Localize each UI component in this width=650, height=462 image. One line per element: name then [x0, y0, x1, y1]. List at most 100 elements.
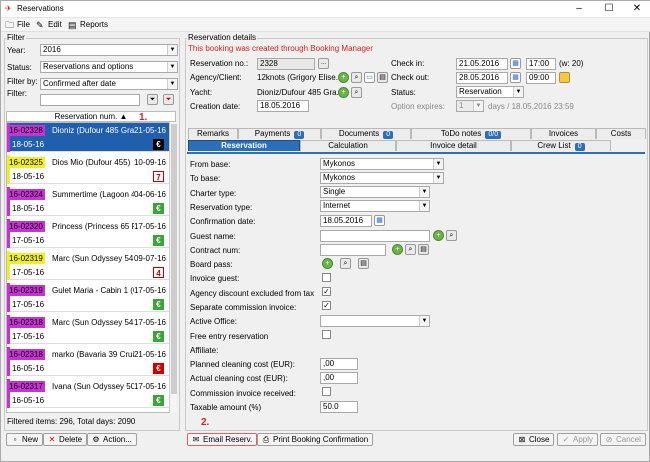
- checkout-time-field[interactable]: 09:00: [526, 72, 556, 84]
- new-button[interactable]: ▫ New: [6, 433, 44, 446]
- gear-icon: ⚙: [92, 435, 100, 444]
- tab-label: Invoices: [548, 129, 579, 138]
- board-pass-label: Board pass:: [190, 260, 233, 269]
- contract-label: Contract num:: [190, 246, 241, 255]
- active-office-select[interactable]: ▼: [320, 315, 430, 327]
- maximize-button[interactable]: ☐: [599, 3, 619, 15]
- from-base-select[interactable]: Mykonos ▼: [320, 158, 444, 170]
- sep-commission-checkbox[interactable]: ✓: [322, 301, 331, 310]
- list-item[interactable]: 16-02325 Dios Mio (Dufour 455) 10-09-16 18-…: [7, 155, 169, 184]
- checkin-date-field[interactable]: 21.05.2016: [456, 58, 508, 70]
- close-button[interactable]: ⊠ Close: [513, 433, 555, 446]
- document-icon[interactable]: ▤: [358, 258, 369, 269]
- menu-edit[interactable]: ✎ Edit: [35, 19, 62, 31]
- list-item[interactable]: 16-02320Princess (Princess 65 Fly)17-05-…: [7, 219, 169, 248]
- tab-documents[interactable]: Documents 0: [321, 128, 411, 139]
- chevron-down-icon: ▼: [513, 87, 523, 97]
- tab-reservation[interactable]: Reservation: [188, 140, 300, 151]
- status-select[interactable]: Reservation ▼: [456, 86, 524, 98]
- add-icon[interactable]: +: [322, 258, 333, 269]
- invoice-guest-checkbox[interactable]: [322, 273, 331, 282]
- list-item[interactable]: 16-02319 Marc (Sun Odyssey 54DS)09-07-16 1…: [7, 251, 169, 280]
- planned-clean-field[interactable]: ,00: [320, 358, 358, 370]
- tab-payments[interactable]: Payments 0: [238, 128, 321, 139]
- list-header-label: Reservation num.: [54, 112, 118, 121]
- search-icon[interactable]: ⌕: [340, 258, 351, 269]
- agency-discount-checkbox[interactable]: ✓: [322, 287, 331, 296]
- tab-invoice-detail[interactable]: Invoice detail: [396, 140, 511, 151]
- list-item[interactable]: 16-02319Gulet Maria - Cabin 1 (Gule17-05…: [7, 283, 169, 312]
- payment-status-icon: €: [153, 395, 164, 406]
- list-item[interactable]: 16-02324 Summertime (Lagoon 440)04-06-16 1…: [7, 187, 169, 216]
- search-icon[interactable]: ⌕: [405, 244, 416, 255]
- add-icon[interactable]: +: [338, 72, 349, 83]
- calendar-icon[interactable]: ▦: [510, 72, 521, 83]
- print-confirmation-button[interactable]: ⎙ Print Booking Confirmation: [257, 433, 374, 446]
- taxable-field[interactable]: 50.0: [320, 401, 358, 413]
- card-icon[interactable]: ▭: [364, 72, 375, 83]
- expires-label: Option expires:: [391, 102, 445, 111]
- cancel-button[interactable]: ⊘ Cancel: [600, 433, 646, 446]
- search-icon[interactable]: ⌕: [446, 230, 457, 241]
- filter-input[interactable]: [40, 94, 140, 106]
- to-base-select[interactable]: Mykonos ▼: [320, 172, 444, 184]
- tab-invoices[interactable]: Invoices: [531, 128, 596, 139]
- tab-remarks[interactable]: Remarks: [188, 128, 238, 139]
- menu-reports[interactable]: ▤ Reports: [67, 19, 108, 31]
- tab-costs[interactable]: Costs: [596, 128, 646, 139]
- tab-crew-list[interactable]: Crew List 0: [511, 140, 611, 151]
- res-no-field: 2328: [257, 58, 315, 70]
- reservation-description: Gulet Maria - Cabin 1 (Gule: [52, 286, 134, 295]
- reservation-created-date: 17-05-16: [12, 268, 45, 277]
- scrollbar-thumb[interactable]: [171, 124, 177, 394]
- sep-commission-label: Separate commission invoice:: [190, 303, 297, 312]
- charter-type-select[interactable]: Single ▼: [320, 186, 430, 198]
- status-filter-label: Status:: [7, 63, 32, 72]
- filter-by-select[interactable]: Confirmed after date ▼: [40, 78, 178, 90]
- tab-label: Invoice detail: [430, 141, 477, 150]
- document-icon[interactable]: ▤: [377, 72, 388, 83]
- contract-field[interactable]: [320, 244, 386, 256]
- res-type-select[interactable]: Internet ▼: [320, 200, 430, 212]
- list-item[interactable]: 16-02317 Ivana (Sun Odyssey 509) 17-05-16 1…: [7, 379, 169, 408]
- affiliate-label: Affiliate:: [190, 346, 219, 355]
- warning-icon[interactable]: [559, 72, 570, 83]
- calendar-icon[interactable]: ▦: [510, 58, 521, 69]
- guest-name-field[interactable]: [320, 230, 430, 242]
- creation-date-field[interactable]: 18.05.2016: [257, 100, 309, 112]
- delete-button[interactable]: ✕ Delete: [43, 433, 88, 446]
- checkout-date-field[interactable]: 28.05.2016: [456, 72, 508, 84]
- list-scrollbar[interactable]: [169, 122, 177, 413]
- tab-todo-notes[interactable]: ToDo notes 0/0: [411, 128, 531, 139]
- confirm-date-field[interactable]: 18.05.2016: [320, 215, 372, 227]
- funnel-icon[interactable]: ⏷: [147, 94, 158, 105]
- checkin-time-field[interactable]: 17:00: [526, 58, 556, 70]
- minimize-button[interactable]: –: [569, 3, 589, 15]
- list-item[interactable]: 16-02328 Dioniz (Dufour 485 Grand L21-05-…: [7, 123, 169, 152]
- main-window: ✈ Reservations – ☐ ✕ 🗀 File ✎ Edit ▤ Report…: [0, 0, 650, 462]
- add-icon[interactable]: +: [392, 244, 403, 255]
- email-reserv-button[interactable]: ✉ Email Reserv.: [187, 433, 258, 446]
- comm-received-checkbox[interactable]: [322, 387, 331, 396]
- list-header[interactable]: Reservation num. ▲: [6, 111, 176, 122]
- list-item[interactable]: 16-02318Marc (Sun Odyssey 54DS)17-05-161…: [7, 315, 169, 344]
- search-icon[interactable]: ⌕: [351, 87, 362, 98]
- clear-filter-icon[interactable]: ⏷: [163, 94, 174, 105]
- close-window-button[interactable]: ✕: [627, 3, 647, 15]
- document-icon[interactable]: ▤: [418, 244, 429, 255]
- actual-clean-field[interactable]: ,00: [320, 372, 358, 384]
- apply-button[interactable]: ✓ Apply: [557, 433, 599, 446]
- year-select[interactable]: 2016 ▼: [40, 44, 178, 56]
- list-item[interactable]: 16-02318 marko (Bavaria 39 Cruiser21-05-1…: [7, 347, 169, 376]
- more-button[interactable]: ...: [318, 58, 329, 69]
- add-icon[interactable]: +: [433, 230, 444, 241]
- payment-status-icon: €: [153, 235, 164, 246]
- add-icon[interactable]: +: [338, 87, 349, 98]
- tab-calculation[interactable]: Calculation: [300, 140, 396, 151]
- action-button[interactable]: ⚙ Action...: [87, 433, 137, 446]
- free-entry-checkbox[interactable]: [322, 330, 331, 339]
- status-filter-select[interactable]: Reservations and options ▼: [40, 61, 178, 73]
- search-icon[interactable]: ⌕: [351, 72, 362, 83]
- calendar-icon[interactable]: ▦: [374, 215, 385, 226]
- menu-file[interactable]: 🗀 File: [4, 19, 30, 31]
